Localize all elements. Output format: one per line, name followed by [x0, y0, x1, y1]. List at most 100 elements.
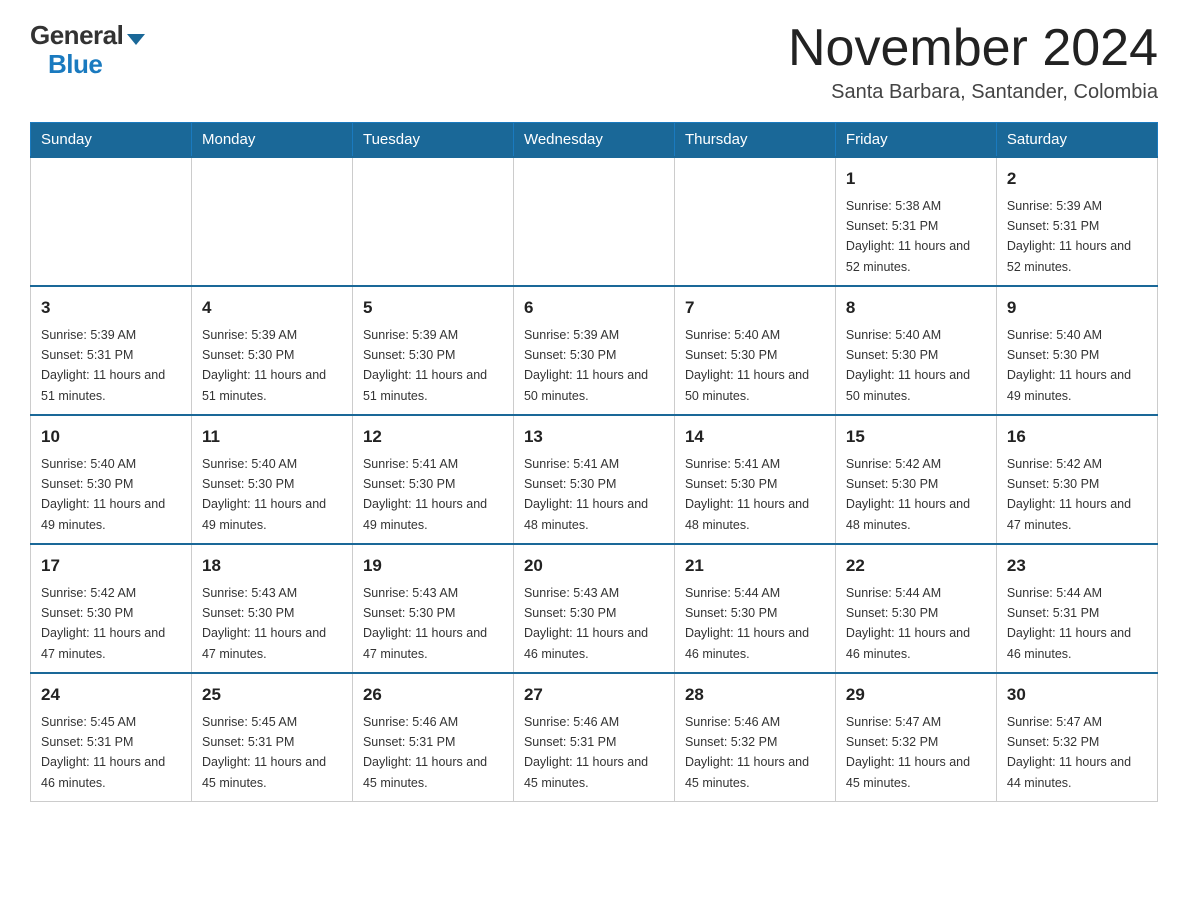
- day-number: 25: [202, 682, 342, 708]
- day-detail: Sunrise: 5:40 AMSunset: 5:30 PMDaylight:…: [1007, 328, 1131, 403]
- day-detail: Sunrise: 5:39 AMSunset: 5:30 PMDaylight:…: [524, 328, 648, 403]
- logo-general-text: General: [30, 20, 123, 51]
- table-row: 21 Sunrise: 5:44 AMSunset: 5:30 PMDayligh…: [674, 544, 835, 673]
- day-detail: Sunrise: 5:38 AMSunset: 5:31 PMDaylight:…: [846, 199, 970, 274]
- table-row: 4Sunrise: 5:39 AMSunset: 5:30 PMDaylight…: [191, 286, 352, 415]
- day-detail: Sunrise: 5:43 AMSunset: 5:30 PMDaylight:…: [202, 586, 326, 661]
- day-detail: Sunrise: 5:42 AMSunset: 5:30 PMDaylight:…: [1007, 457, 1131, 532]
- day-detail: Sunrise: 5:47 AMSunset: 5:32 PMDaylight:…: [846, 715, 970, 790]
- day-number: 7: [685, 295, 825, 321]
- day-detail: Sunrise: 5:46 AMSunset: 5:31 PMDaylight:…: [524, 715, 648, 790]
- day-number: 20: [524, 553, 664, 579]
- col-sunday: Sunday: [31, 123, 192, 158]
- day-detail: Sunrise: 5:46 AMSunset: 5:32 PMDaylight:…: [685, 715, 809, 790]
- day-number: 16: [1007, 424, 1147, 450]
- table-row: 12Sunrise: 5:41 AMSunset: 5:30 PMDayligh…: [352, 415, 513, 544]
- day-number: 29: [846, 682, 986, 708]
- table-row: [191, 157, 352, 286]
- col-friday: Friday: [835, 123, 996, 158]
- logo-blue-text: Blue: [30, 49, 102, 80]
- day-number: 23: [1007, 553, 1147, 579]
- col-tuesday: Tuesday: [352, 123, 513, 158]
- calendar-week-row: 17 Sunrise: 5:42 AMSunset: 5:30 PMDayligh…: [31, 544, 1158, 673]
- day-detail: Sunrise: 5:43 AMSunset: 5:30 PMDaylight:…: [524, 586, 648, 661]
- day-detail: Sunrise: 5:40 AMSunset: 5:30 PMDaylight:…: [41, 457, 165, 532]
- table-row: 19Sunrise: 5:43 AMSunset: 5:30 PMDayligh…: [352, 544, 513, 673]
- day-number: 2: [1007, 166, 1147, 192]
- day-detail: Sunrise: 5:46 AMSunset: 5:31 PMDaylight:…: [363, 715, 487, 790]
- day-detail: Sunrise: 5:39 AMSunset: 5:30 PMDaylight:…: [202, 328, 326, 403]
- table-row: [352, 157, 513, 286]
- table-row: [31, 157, 192, 286]
- day-number: 6: [524, 295, 664, 321]
- table-row: 9Sunrise: 5:40 AMSunset: 5:30 PMDaylight…: [996, 286, 1157, 415]
- table-row: 25 Sunrise: 5:45 AMSunset: 5:31 PMDayligh…: [191, 673, 352, 802]
- table-row: 13 Sunrise: 5:41 AMSunset: 5:30 PMDayligh…: [513, 415, 674, 544]
- calendar-week-row: 3Sunrise: 5:39 AMSunset: 5:31 PMDaylight…: [31, 286, 1158, 415]
- logo: General Blue: [30, 20, 145, 80]
- day-detail: Sunrise: 5:44 AMSunset: 5:30 PMDaylight:…: [846, 586, 970, 661]
- logo-triangle-icon: [127, 34, 145, 45]
- day-number: 10: [41, 424, 181, 450]
- day-detail: Sunrise: 5:39 AMSunset: 5:31 PMDaylight:…: [1007, 199, 1131, 274]
- day-number: 28: [685, 682, 825, 708]
- table-row: 26 Sunrise: 5:46 AMSunset: 5:31 PMDayligh…: [352, 673, 513, 802]
- col-monday: Monday: [191, 123, 352, 158]
- day-detail: Sunrise: 5:44 AMSunset: 5:30 PMDaylight:…: [685, 586, 809, 661]
- table-row: [674, 157, 835, 286]
- day-number: 24: [41, 682, 181, 708]
- table-row: 2 Sunrise: 5:39 AMSunset: 5:31 PMDaylight…: [996, 157, 1157, 286]
- day-detail: Sunrise: 5:47 AMSunset: 5:32 PMDaylight:…: [1007, 715, 1131, 790]
- day-detail: Sunrise: 5:42 AMSunset: 5:30 PMDaylight:…: [41, 586, 165, 661]
- day-number: 1: [846, 166, 986, 192]
- day-detail: Sunrise: 5:45 AMSunset: 5:31 PMDaylight:…: [41, 715, 165, 790]
- day-number: 22: [846, 553, 986, 579]
- day-number: 12: [363, 424, 503, 450]
- day-number: 30: [1007, 682, 1147, 708]
- table-row: 18 Sunrise: 5:43 AMSunset: 5:30 PMDayligh…: [191, 544, 352, 673]
- table-row: 15Sunrise: 5:42 AMSunset: 5:30 PMDayligh…: [835, 415, 996, 544]
- table-row: 24 Sunrise: 5:45 AMSunset: 5:31 PMDayligh…: [31, 673, 192, 802]
- day-number: 5: [363, 295, 503, 321]
- day-number: 21: [685, 553, 825, 579]
- day-number: 13: [524, 424, 664, 450]
- day-detail: Sunrise: 5:41 AMSunset: 5:30 PMDaylight:…: [524, 457, 648, 532]
- table-row: [513, 157, 674, 286]
- day-number: 27: [524, 682, 664, 708]
- day-detail: Sunrise: 5:40 AMSunset: 5:30 PMDaylight:…: [685, 328, 809, 403]
- day-detail: Sunrise: 5:39 AMSunset: 5:30 PMDaylight:…: [363, 328, 487, 403]
- table-row: 10 Sunrise: 5:40 AMSunset: 5:30 PMDayligh…: [31, 415, 192, 544]
- title-block: November 2024 Santa Barbara, Santander, …: [788, 20, 1158, 104]
- table-row: 14Sunrise: 5:41 AMSunset: 5:30 PMDayligh…: [674, 415, 835, 544]
- table-row: 20 Sunrise: 5:43 AMSunset: 5:30 PMDayligh…: [513, 544, 674, 673]
- month-title: November 2024: [788, 20, 1158, 77]
- table-row: 5 Sunrise: 5:39 AMSunset: 5:30 PMDaylight…: [352, 286, 513, 415]
- table-row: 11 Sunrise: 5:40 AMSunset: 5:30 PMDayligh…: [191, 415, 352, 544]
- table-row: 8Sunrise: 5:40 AMSunset: 5:30 PMDaylight…: [835, 286, 996, 415]
- day-detail: Sunrise: 5:41 AMSunset: 5:30 PMDaylight:…: [685, 457, 809, 532]
- day-number: 18: [202, 553, 342, 579]
- table-row: 16 Sunrise: 5:42 AMSunset: 5:30 PMDayligh…: [996, 415, 1157, 544]
- table-row: 28 Sunrise: 5:46 AMSunset: 5:32 PMDayligh…: [674, 673, 835, 802]
- calendar-header-row: Sunday Monday Tuesday Wednesday Thursday…: [31, 123, 1158, 158]
- col-wednesday: Wednesday: [513, 123, 674, 158]
- table-row: 27 Sunrise: 5:46 AMSunset: 5:31 PMDayligh…: [513, 673, 674, 802]
- day-number: 11: [202, 424, 342, 450]
- day-detail: Sunrise: 5:40 AMSunset: 5:30 PMDaylight:…: [846, 328, 970, 403]
- location-subtitle: Santa Barbara, Santander, Colombia: [788, 81, 1158, 104]
- day-number: 17: [41, 553, 181, 579]
- table-row: 6 Sunrise: 5:39 AMSunset: 5:30 PMDaylight…: [513, 286, 674, 415]
- day-detail: Sunrise: 5:45 AMSunset: 5:31 PMDaylight:…: [202, 715, 326, 790]
- table-row: 1 Sunrise: 5:38 AMSunset: 5:31 PMDaylight…: [835, 157, 996, 286]
- table-row: 17 Sunrise: 5:42 AMSunset: 5:30 PMDayligh…: [31, 544, 192, 673]
- day-detail: Sunrise: 5:40 AMSunset: 5:30 PMDaylight:…: [202, 457, 326, 532]
- calendar-week-row: 24 Sunrise: 5:45 AMSunset: 5:31 PMDayligh…: [31, 673, 1158, 802]
- day-detail: Sunrise: 5:44 AMSunset: 5:31 PMDaylight:…: [1007, 586, 1131, 661]
- table-row: 30 Sunrise: 5:47 AMSunset: 5:32 PMDayligh…: [996, 673, 1157, 802]
- day-number: 26: [363, 682, 503, 708]
- col-thursday: Thursday: [674, 123, 835, 158]
- calendar-table: Sunday Monday Tuesday Wednesday Thursday…: [30, 122, 1158, 802]
- table-row: 29 Sunrise: 5:47 AMSunset: 5:32 PMDayligh…: [835, 673, 996, 802]
- table-row: 7 Sunrise: 5:40 AMSunset: 5:30 PMDaylight…: [674, 286, 835, 415]
- day-number: 3: [41, 295, 181, 321]
